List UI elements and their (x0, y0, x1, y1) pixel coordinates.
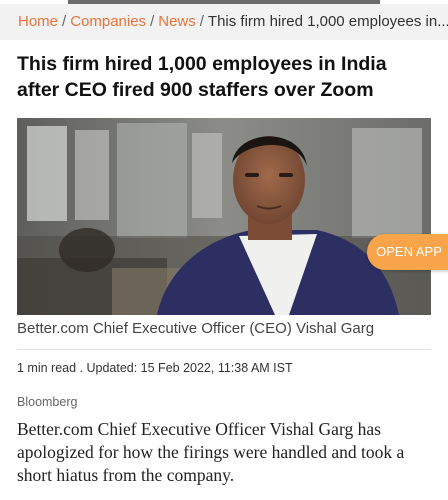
article-headline: This firm hired 1,000 employees in India… (17, 53, 387, 101)
breadcrumb: Home / Companies / News / This firm hired 1,00… (0, 4, 448, 40)
article-meta: 1 min read . Updated: 15 Feb 2022, 11:38… (17, 361, 293, 375)
hero-photo (17, 118, 431, 315)
breadcrumb-companies-link[interactable]: Companies (70, 13, 146, 30)
breadcrumb-separator: / (199, 13, 204, 30)
image-caption: Better.com Chief Executive Officer (CEO)… (17, 320, 375, 337)
divider (17, 349, 431, 350)
breadcrumb-home-link[interactable]: Home (18, 13, 58, 30)
article-source: Bloomberg (17, 395, 78, 409)
breadcrumb-news-link[interactable]: News (158, 13, 196, 30)
breadcrumb-current: This firm hired 1,000 employees in... (207, 13, 448, 30)
article-hero-image[interactable] (17, 118, 431, 315)
article-summary: Better.com Chief Executive Officer Visha… (17, 419, 405, 485)
breadcrumb-separator: / (150, 13, 155, 30)
breadcrumb-separator: / (62, 13, 67, 30)
open-app-button[interactable]: OPEN APP (367, 234, 448, 270)
